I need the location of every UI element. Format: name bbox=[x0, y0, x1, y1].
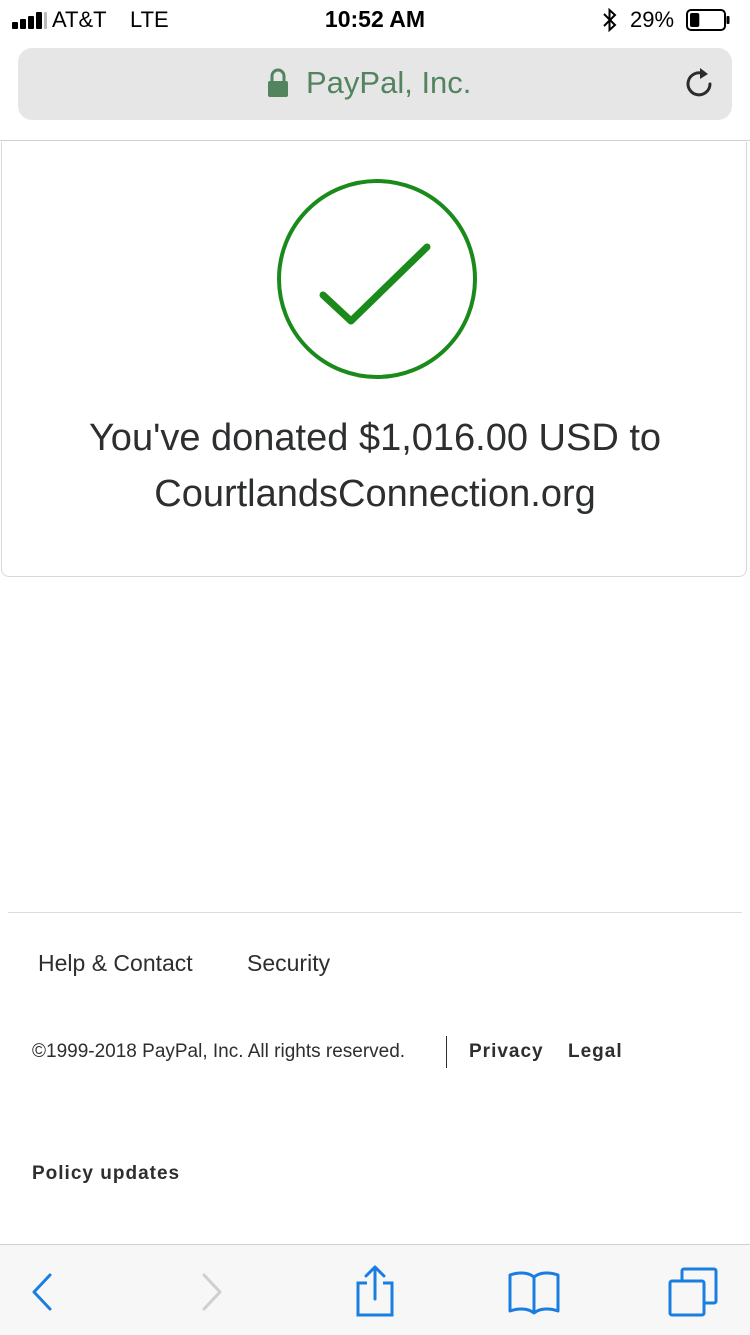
lock-icon bbox=[268, 68, 288, 97]
success-checkmark-icon bbox=[277, 179, 477, 379]
battery-icon bbox=[686, 9, 730, 31]
back-icon[interactable] bbox=[16, 1263, 72, 1319]
site-identity: PayPal, Inc. bbox=[306, 65, 472, 100]
browser-toolbar bbox=[0, 1244, 750, 1335]
bookmarks-icon[interactable] bbox=[506, 1263, 562, 1319]
policy-updates-link[interactable]: Policy updates bbox=[32, 1163, 180, 1185]
bluetooth-icon bbox=[603, 8, 617, 32]
copyright-text: ©1999-2018 PayPal, Inc. All rights reser… bbox=[32, 1041, 406, 1062]
address-bar-divider bbox=[0, 140, 750, 141]
donation-recipient-line: CourtlandsConnection.org bbox=[154, 473, 596, 515]
forward-icon[interactable] bbox=[182, 1263, 238, 1319]
share-icon[interactable] bbox=[347, 1263, 403, 1319]
donation-message: You've donated $1,016.00 USD to Courtlan… bbox=[42, 410, 708, 522]
tabs-icon[interactable] bbox=[666, 1263, 722, 1319]
legal-link[interactable]: Legal bbox=[568, 1041, 623, 1063]
security-link[interactable]: Security bbox=[247, 950, 330, 977]
reload-icon[interactable] bbox=[682, 66, 718, 102]
footer-divider bbox=[8, 912, 742, 913]
donation-amount-line: You've donated $1,016.00 USD to bbox=[88, 417, 662, 459]
footer-separator bbox=[446, 1036, 447, 1068]
help-contact-link[interactable]: Help & Contact bbox=[38, 950, 193, 977]
battery-percent: 29% bbox=[630, 7, 675, 32]
status-bar: AT&T LTE 10:52 AM 29% bbox=[0, 0, 750, 40]
confirmation-card: You've donated $1,016.00 USD to Courtlan… bbox=[1, 142, 747, 577]
privacy-link[interactable]: Privacy bbox=[469, 1041, 544, 1063]
address-bar[interactable]: PayPal, Inc. bbox=[18, 48, 732, 120]
